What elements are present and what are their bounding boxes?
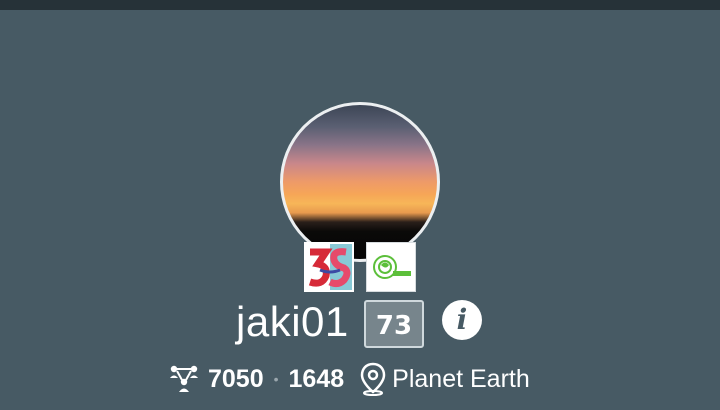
top-bar: [0, 0, 720, 10]
avatar[interactable]: [280, 102, 440, 262]
location-label[interactable]: Planet Earth: [392, 365, 530, 394]
following-count[interactable]: 1648: [289, 365, 345, 394]
info-icon[interactable]: i: [442, 300, 482, 340]
green-badge[interactable]: [366, 242, 416, 292]
separator-dot: •: [273, 371, 279, 387]
location-pin-icon: [360, 362, 386, 396]
level-badge: 73: [364, 300, 424, 348]
username: jaki01: [236, 298, 349, 345]
network-icon: [168, 364, 200, 394]
followers-count[interactable]: 7050: [208, 365, 264, 394]
profile-stats: 7050 • 1648 Planet Earth: [168, 362, 530, 396]
3s-badge[interactable]: [304, 242, 354, 292]
badge-row: [304, 242, 416, 292]
